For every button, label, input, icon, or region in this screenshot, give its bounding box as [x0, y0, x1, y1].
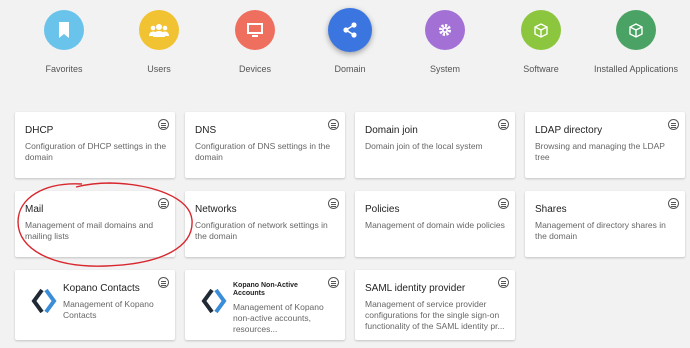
cube-icon [521, 10, 561, 50]
category-installed-applications[interactable]: Installed Applications [591, 10, 681, 75]
menu-icon[interactable] [668, 198, 679, 209]
menu-icon[interactable] [158, 119, 169, 130]
gear-icon [425, 10, 465, 50]
category-users[interactable]: Users [114, 10, 204, 75]
module-title: Kopano Contacts [63, 283, 140, 294]
category-label: System [429, 64, 460, 74]
module-description: Management of Kopano Contacts [63, 299, 154, 320]
category-software[interactable]: Software [496, 10, 586, 75]
category-label: Users [147, 64, 171, 74]
category-label: Software [523, 64, 559, 74]
module-description: Domain join of the local system [365, 141, 483, 151]
category-label: Devices [238, 64, 271, 74]
module-saml-identity-provider[interactable]: SAML identity provider Management of ser… [355, 270, 515, 340]
module-dns[interactable]: DNS Configuration of DNS settings in the… [185, 112, 345, 178]
category-label: Installed Applications [593, 64, 679, 74]
category-label: Domain [334, 64, 366, 74]
module-ldap-directory[interactable]: LDAP directory Browsing and managing the… [525, 112, 685, 178]
module-description: Browsing and managing the LDAP tree [535, 141, 665, 162]
module-kopano-contacts[interactable]: Kopano Contacts Management of Kopano Con… [15, 270, 175, 340]
menu-icon[interactable] [328, 198, 339, 209]
menu-icon[interactable] [328, 119, 339, 130]
module-domain-join[interactable]: Domain join Domain join of the local sys… [355, 112, 515, 178]
module-title: Networks [195, 204, 237, 215]
module-title: Domain join [365, 125, 418, 136]
module-title: LDAP directory [535, 125, 603, 136]
module-kopano-non-active-accounts[interactable]: Kopano Non-Active Accounts Management of… [185, 270, 345, 340]
bookmark-icon [44, 10, 84, 50]
module-description: Configuration of network settings in the… [195, 220, 328, 241]
menu-icon[interactable] [158, 277, 169, 288]
module-title: DNS [195, 125, 217, 136]
menu-icon[interactable] [498, 198, 509, 209]
kopano-logo-icon [31, 288, 57, 314]
users-icon [139, 10, 179, 50]
module-description: Management of directory shares in the do… [535, 220, 666, 241]
category-favorites[interactable]: Favorites [19, 10, 109, 75]
module-dhcp[interactable]: DHCP Configuration of DHCP settings in t… [15, 112, 175, 178]
module-description: Configuration of DHCP settings in the do… [25, 141, 167, 162]
module-shares[interactable]: Shares Management of directory shares in… [525, 191, 685, 257]
module-title: Shares [535, 204, 567, 215]
menu-icon[interactable] [328, 277, 339, 288]
category-devices[interactable]: Devices [210, 10, 300, 75]
menu-icon[interactable] [498, 119, 509, 130]
module-mail[interactable]: Mail Management of mail domains and mail… [15, 191, 175, 257]
category-system[interactable]: System [400, 10, 490, 75]
module-title: Mail [25, 204, 44, 215]
module-title: Kopano Non-Active Accounts [233, 282, 298, 297]
category-label: Favorites [45, 64, 83, 74]
category-domain[interactable]: Domain [305, 8, 395, 75]
share-icon [328, 8, 372, 52]
module-title: DHCP [25, 125, 54, 136]
module-description: Management of domain wide policies [365, 220, 505, 230]
menu-icon[interactable] [498, 277, 509, 288]
module-description: Management of Kopano non-active accounts… [233, 302, 324, 334]
menu-icon[interactable] [158, 198, 169, 209]
module-description: Management of service provider configura… [365, 299, 505, 331]
module-description: Configuration of DNS settings in the dom… [195, 141, 331, 162]
module-title: Policies [365, 204, 400, 215]
kopano-logo-icon [201, 288, 227, 314]
module-description: Management of mail domains and mailing l… [25, 220, 154, 241]
menu-icon[interactable] [668, 119, 679, 130]
cube-icon [616, 10, 656, 50]
monitor-icon [235, 10, 275, 50]
module-networks[interactable]: Networks Configuration of network settin… [185, 191, 345, 257]
module-policies[interactable]: Policies Management of domain wide polic… [355, 191, 515, 257]
module-title: SAML identity provider [365, 283, 466, 294]
